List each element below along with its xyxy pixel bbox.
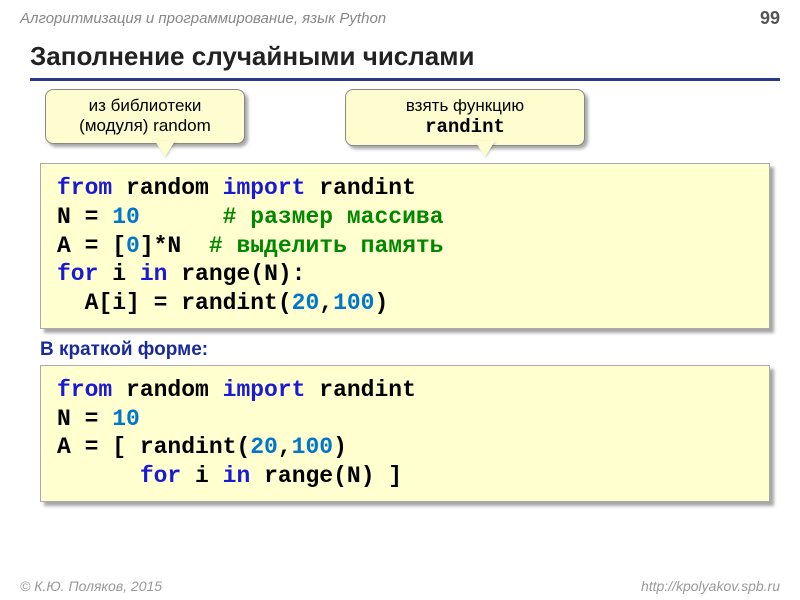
code-block-2: from random import randint N = 10 A = [ … bbox=[40, 365, 770, 502]
kw: for bbox=[57, 261, 98, 287]
txt: N = bbox=[57, 204, 112, 230]
num: 0 bbox=[126, 233, 140, 259]
kw: in bbox=[223, 463, 251, 489]
page-number: 99 bbox=[760, 8, 780, 29]
txt: , bbox=[319, 290, 333, 316]
kw: from bbox=[57, 175, 112, 201]
txt: i bbox=[181, 463, 222, 489]
course-name: Алгоритмизация и программирование, язык … bbox=[20, 10, 386, 27]
txt: N = bbox=[57, 406, 112, 432]
num: 10 bbox=[112, 406, 140, 432]
txt: range(N): bbox=[167, 261, 305, 287]
num: 20 bbox=[250, 434, 278, 460]
kw: in bbox=[140, 261, 168, 287]
txt: range(N) ] bbox=[250, 463, 402, 489]
txt: random bbox=[112, 175, 222, 201]
callout-library-text: из библиотеки (модуля) random bbox=[79, 96, 211, 135]
callout-function: взять функцию randint bbox=[345, 89, 585, 146]
callout-function-line2: randint bbox=[425, 116, 505, 138]
callout-function-line1: взять функцию bbox=[406, 96, 524, 115]
callout-tail-left bbox=[155, 141, 175, 157]
comment: # выделить память bbox=[209, 233, 444, 259]
txt: random bbox=[112, 377, 222, 403]
num: 20 bbox=[292, 290, 320, 316]
txt: ]*N bbox=[140, 233, 209, 259]
kw: import bbox=[223, 175, 306, 201]
footer-url: http://kpolyakov.spb.ru bbox=[641, 578, 780, 594]
num: 10 bbox=[112, 204, 140, 230]
txt: ) bbox=[333, 434, 347, 460]
kw: from bbox=[57, 377, 112, 403]
txt bbox=[57, 463, 140, 489]
num: 100 bbox=[333, 290, 374, 316]
txt: randint bbox=[305, 175, 415, 201]
txt: , bbox=[278, 434, 292, 460]
footer-author: © К.Ю. Поляков, 2015 bbox=[20, 578, 162, 594]
code-block-1: from random import randint N = 10 # разм… bbox=[40, 163, 770, 329]
txt bbox=[140, 204, 223, 230]
slide-footer: © К.Ю. Поляков, 2015 http://kpolyakov.sp… bbox=[20, 578, 780, 594]
kw: for bbox=[140, 463, 181, 489]
txt: randint bbox=[305, 377, 415, 403]
callout-tail-right bbox=[475, 141, 495, 157]
txt: A = [ randint( bbox=[57, 434, 250, 460]
slide-title: Заполнение случайными числами bbox=[30, 41, 780, 81]
slide-header: Алгоритмизация и программирование, язык … bbox=[0, 0, 800, 33]
txt: A[i] = randint( bbox=[57, 290, 292, 316]
kw: import bbox=[223, 377, 306, 403]
txt: A = [ bbox=[57, 233, 126, 259]
txt: i bbox=[98, 261, 139, 287]
callout-library: из библиотеки (модуля) random bbox=[45, 89, 245, 144]
callout-row: из библиотеки (модуля) random взять функ… bbox=[0, 89, 800, 159]
subheading-short-form: В краткой форме: bbox=[40, 339, 800, 361]
num: 100 bbox=[292, 434, 333, 460]
comment: # размер массива bbox=[223, 204, 444, 230]
txt: ) bbox=[374, 290, 388, 316]
